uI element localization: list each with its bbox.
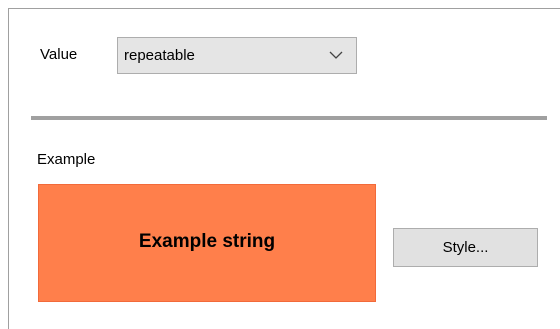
example-preview: Example string	[38, 184, 376, 302]
section-divider	[31, 116, 547, 120]
example-label: Example	[37, 151, 96, 168]
value-dropdown[interactable]: repeatable	[117, 37, 357, 74]
chevron-down-icon	[329, 51, 343, 59]
style-button[interactable]: Style...	[393, 228, 538, 267]
value-dropdown-selected: repeatable	[124, 47, 195, 64]
example-preview-text: Example string	[138, 231, 276, 252]
value-label: Value	[40, 46, 78, 63]
